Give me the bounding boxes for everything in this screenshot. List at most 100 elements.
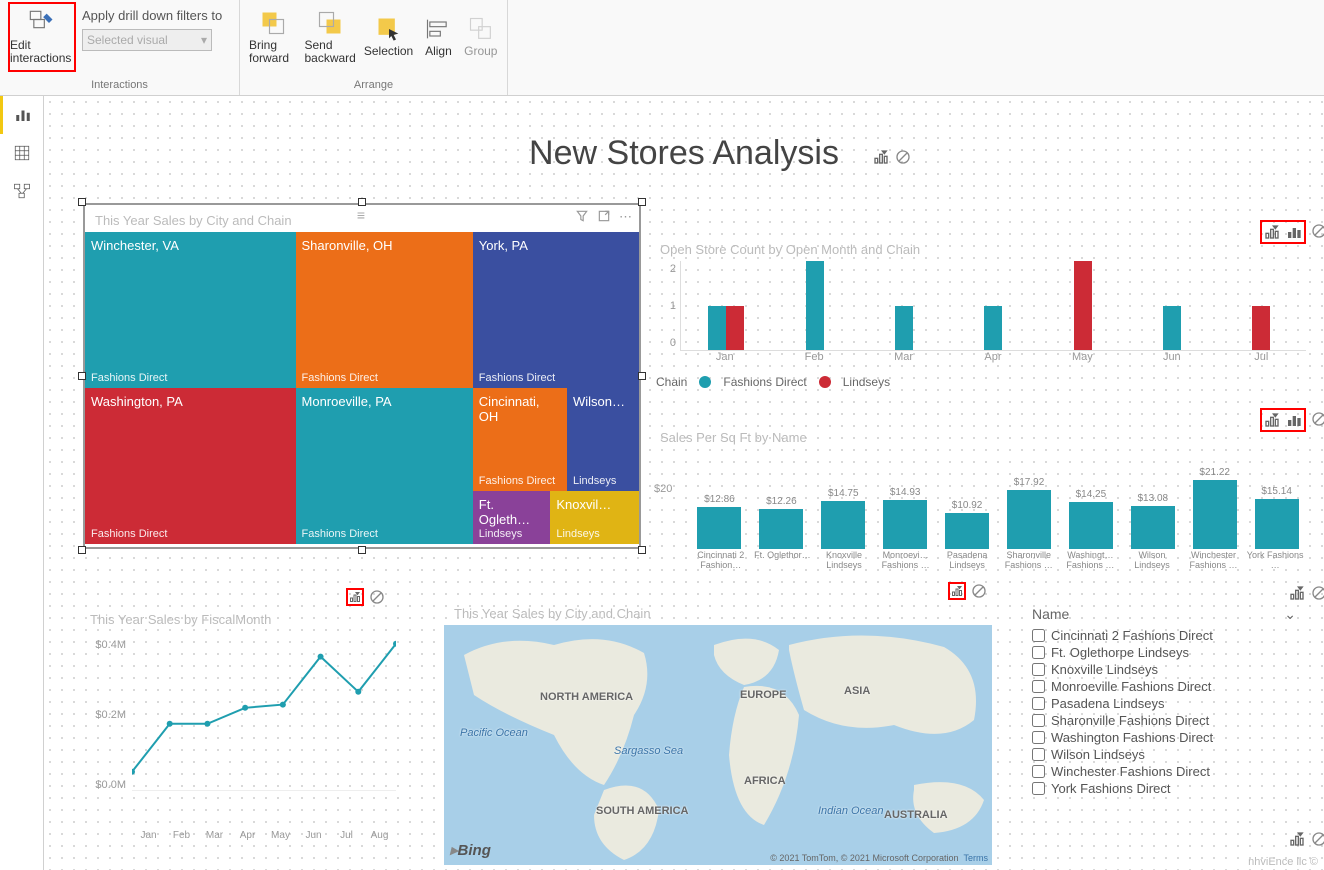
treemap-cell[interactable]: Winchester, VAFashions Direct [85, 232, 296, 388]
sqft-bar[interactable]: $14.93 [876, 487, 935, 549]
bring-forward-button[interactable]: Bring forward [248, 2, 297, 72]
treemap-cell[interactable]: Sharonville, OHFashions Direct [296, 232, 473, 388]
sqft-bar[interactable]: $12.26 [752, 496, 811, 549]
interaction-none-sqft [1310, 410, 1324, 428]
slicer-row[interactable]: Ft. Oglethorpe Lindseys [1024, 644, 1304, 661]
sqft-bar[interactable]: $13.08 [1123, 493, 1182, 549]
sqft-bar[interactable]: $12.86 [690, 494, 749, 549]
slicer-header[interactable]: Name⌄ [1024, 602, 1304, 627]
slicer-row[interactable]: Winchester Fashions Direct [1024, 763, 1304, 780]
sqft-bar[interactable]: $14.25 [1061, 489, 1120, 549]
none-interaction-icon[interactable] [1310, 584, 1324, 602]
report-title: New Stores Analysis [48, 134, 1320, 173]
sqft-xaxis: Cincinnati 2 Fashion…Ft. Oglethor…Knoxvi… [690, 551, 1306, 579]
viz-header-icons: ⋯ [575, 209, 633, 226]
bing-logo: ▸Bing [450, 841, 491, 859]
slicer-checkbox[interactable] [1032, 680, 1045, 693]
slicer-row[interactable]: Cincinnati 2 Fashions Direct [1024, 627, 1304, 644]
model-view-button[interactable] [0, 172, 43, 210]
interaction-none-storecount [1310, 222, 1324, 240]
slicer-row[interactable]: Monroeville Fashions Direct [1024, 678, 1304, 695]
slicer-checkbox[interactable] [1032, 782, 1045, 795]
sqft-visual[interactable]: Sales Per Sq Ft by Name $20 $12.86$12.26… [650, 422, 1310, 582]
storecount-legend: Chain Fashions Direct Lindseys [650, 371, 1310, 391]
slicer-checkbox[interactable] [1032, 765, 1045, 778]
none-interaction-icon[interactable] [1310, 410, 1324, 428]
focus-icon[interactable] [597, 209, 611, 226]
storecount-visual[interactable]: Open Store Count by Open Month and Chain… [650, 234, 1310, 410]
slicer-checkbox[interactable] [1032, 748, 1045, 761]
treemap-body[interactable]: Winchester, VAFashions DirectSharonville… [85, 232, 639, 544]
interactions-group-label: Interactions [8, 77, 231, 95]
sqft-bar[interactable]: $21.22 [1185, 467, 1244, 549]
filter-interaction-icon[interactable] [1288, 830, 1306, 848]
drill-dropdown[interactable]: Selected visual▾ [82, 29, 212, 51]
treemap-cell[interactable]: Washington, PAFashions Direct [85, 388, 296, 544]
slicer-row[interactable]: York Fashions Direct [1024, 780, 1304, 797]
storecount-bars [680, 261, 1306, 351]
chevron-down-icon[interactable]: ⌄ [1284, 606, 1296, 623]
align-button[interactable]: Align [420, 2, 456, 72]
sqft-bar[interactable]: $17.92 [1000, 477, 1059, 549]
storecount-xaxis: JanFebMarAprMayJunJul [680, 351, 1306, 371]
interaction-controls-slicer [1288, 584, 1324, 602]
slicer-checkbox[interactable] [1032, 731, 1045, 744]
more-icon[interactable]: ⋯ [619, 209, 633, 226]
none-interaction-icon[interactable] [1310, 222, 1324, 240]
treemap-cell[interactable]: Cincinnati, OHFashions Direct [473, 388, 567, 491]
line-visual[interactable]: This Year Sales by FiscalMonth $0.4M $0.… [80, 604, 400, 842]
storecount-title: Open Store Count by Open Month and Chain [650, 234, 1310, 261]
sqft-bar[interactable]: $15.14 [1247, 486, 1306, 549]
selection-button[interactable]: Selection [363, 2, 414, 72]
interaction-controls-footer [1288, 830, 1324, 848]
sqft-bar[interactable]: $14.75 [814, 488, 873, 549]
data-view-button[interactable] [0, 134, 43, 172]
slicer-checkbox[interactable] [1032, 629, 1045, 642]
map-title: This Year Sales by City and Chain [444, 598, 992, 625]
treemap-cell[interactable]: Wilson…Lindseys [567, 388, 639, 491]
drill-label: Apply drill down filters to [82, 4, 222, 27]
report-canvas[interactable]: New Stores Analysis ≡ ⋯ This Year Sales … [44, 96, 1324, 870]
map-body[interactable]: NORTH AMERICA SOUTH AMERICA EUROPE AFRIC… [444, 625, 992, 865]
storecount-yaxis: 210 [650, 261, 680, 351]
group-button: Group [463, 2, 499, 72]
slicer-visual[interactable]: Name⌄ Cincinnati 2 Fashions DirectFt. Og… [1024, 602, 1304, 832]
view-rail [0, 96, 44, 870]
map-attribution: © 2021 TomTom, © 2021 Microsoft Corporat… [770, 853, 988, 863]
line-plot [132, 631, 396, 791]
slicer-checkbox[interactable] [1032, 714, 1045, 727]
filter-icon[interactable] [872, 148, 890, 166]
slicer-row[interactable]: Wilson Lindseys [1024, 746, 1304, 763]
treemap-cell[interactable]: Ft. Ogleth…Lindseys [473, 491, 551, 544]
ribbon: Edit interactions Apply drill down filte… [0, 0, 1324, 96]
slicer-row[interactable]: Knoxville Lindseys [1024, 661, 1304, 678]
sqft-title: Sales Per Sq Ft by Name [650, 422, 1310, 449]
slicer-row[interactable]: Pasadena Lindseys [1024, 695, 1304, 712]
edit-interactions-button[interactable]: Edit interactions [8, 2, 76, 72]
slicer-checkbox[interactable] [1032, 646, 1045, 659]
treemap-cell[interactable]: York, PAFashions Direct [473, 232, 639, 388]
slicer-checkbox[interactable] [1032, 697, 1045, 710]
line-xaxis: JanFebMarAprMayJunJulAug [132, 830, 396, 841]
line-title: This Year Sales by FiscalMonth [80, 604, 400, 631]
sqft-bars: $12.86$12.26$14.75$14.93$10.92$17.92$14.… [690, 467, 1306, 549]
funnel-icon[interactable] [575, 209, 589, 226]
slicer-row[interactable]: Sharonville Fashions Direct [1024, 712, 1304, 729]
none-interaction-icon[interactable] [1310, 830, 1324, 848]
slicer-row[interactable]: Washington Fashions Direct [1024, 729, 1304, 746]
treemap-cell[interactable]: Monroeville, PAFashions Direct [296, 388, 473, 544]
send-backward-button[interactable]: Send backward [303, 2, 356, 72]
filter-interaction-icon[interactable] [1288, 584, 1306, 602]
footer-text: nhviEnce llc © [1248, 856, 1318, 868]
sqft-bar[interactable]: $10.92 [938, 500, 997, 549]
treemap-cell[interactable]: Knoxvil…Lindseys [550, 491, 639, 544]
map-visual[interactable]: This Year Sales by City and Chain NORTH … [444, 598, 992, 860]
arrange-group-label: Arrange [248, 77, 499, 95]
slicer-checkbox[interactable] [1032, 663, 1045, 676]
interaction-controls-title [872, 148, 912, 166]
treemap-visual[interactable]: ≡ ⋯ This Year Sales by City and Chain Wi… [84, 204, 640, 548]
sqft-ytick: $20 [654, 483, 672, 495]
grip-icon[interactable]: ≡ [357, 207, 367, 223]
none-icon[interactable] [894, 148, 912, 166]
report-view-button[interactable] [0, 96, 43, 134]
